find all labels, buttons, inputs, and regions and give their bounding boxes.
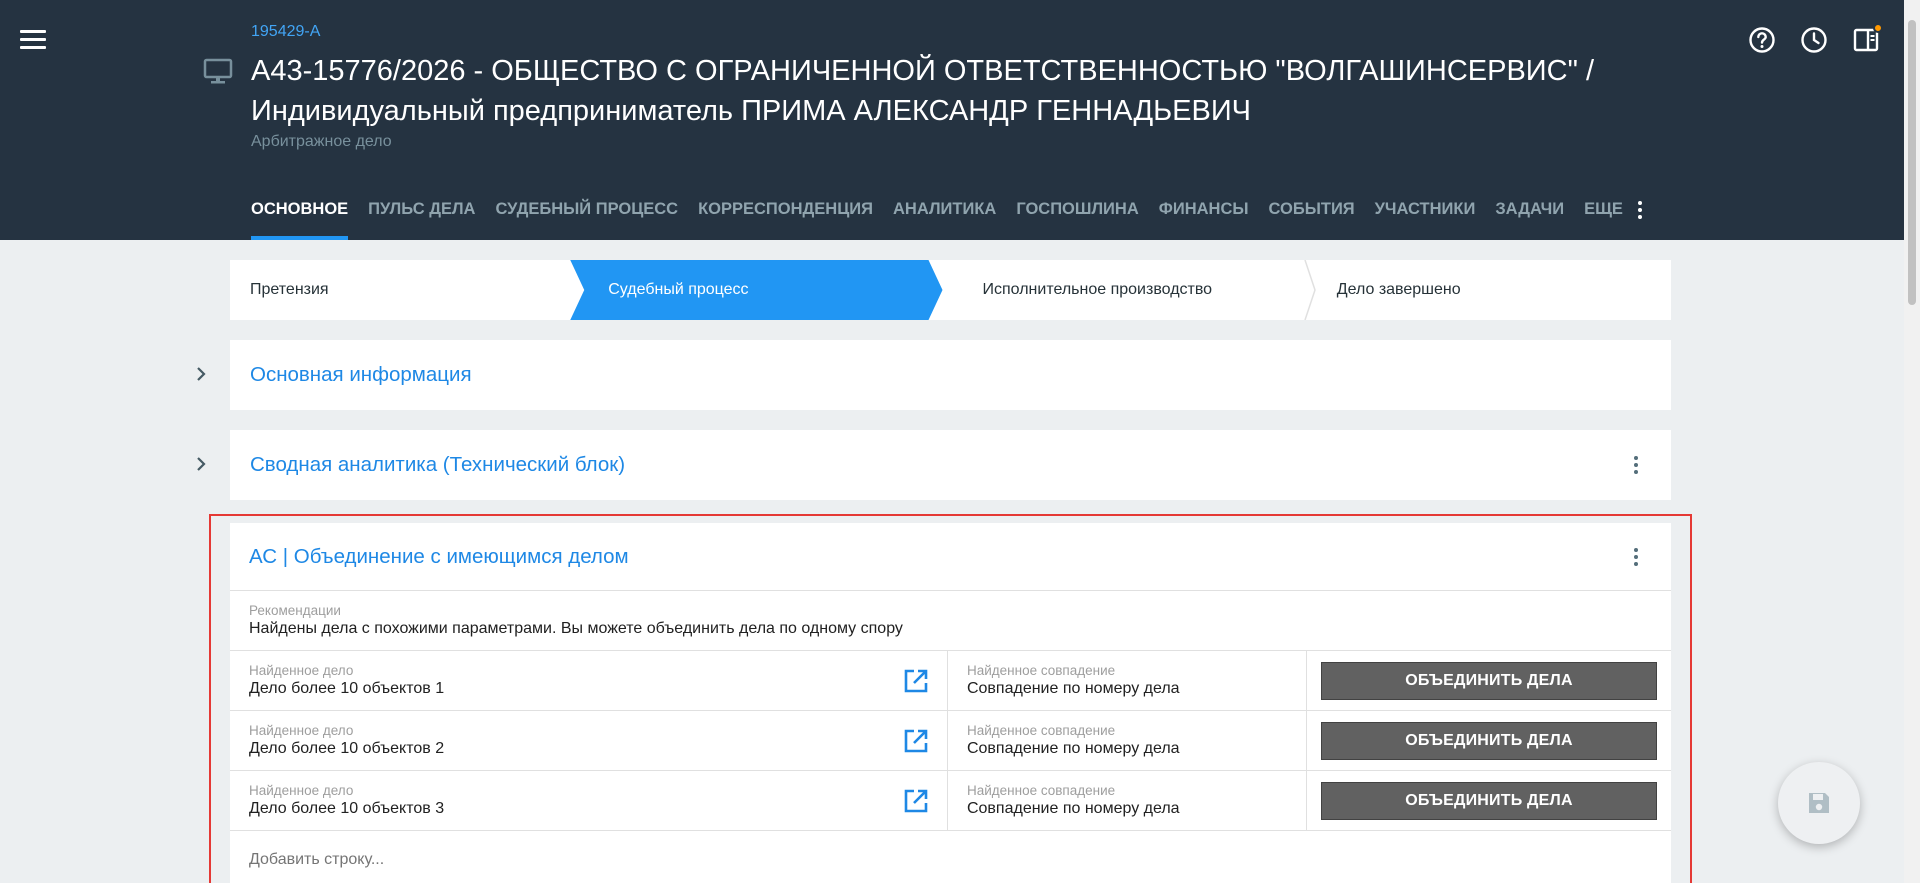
stage-enforcement[interactable]: Исполнительное производство [943,260,1317,320]
add-row-link[interactable]: Добавить строку... [230,831,1671,869]
merge-cases-button[interactable]: ОБЪЕДИНИТЬ ДЕЛА [1321,661,1657,700]
field-value: Дело более 10 объектов 3 [249,800,445,817]
field-value: Совпадение по номеру дела [966,680,1180,697]
stage-label: Исполнительное производство [982,281,1213,298]
field-label: Найденное совпадение [966,783,1116,798]
found-case-cell: Найденное дело Дело более 10 объектов 2 [230,711,948,770]
tabs-more-vert-icon[interactable] [1630,198,1650,222]
merge-cases-button[interactable]: ОБЪЕДИНИТЬ ДЕЛА [1321,781,1657,820]
field-value: Совпадение по номеру дела [966,740,1180,757]
found-case-cell: Найденное дело Дело более 10 объектов 3 [230,771,948,830]
recommendation: Рекомендации Найдены дела с похожими пар… [230,591,1671,651]
table-row: Найденное дело Дело более 10 объектов 3 … [230,771,1671,831]
monitor-icon [203,58,233,84]
merge-cases-button[interactable]: ОБЪЕДИНИТЬ ДЕЛА [1321,721,1657,760]
tab-tasks[interactable]: ЗАДАЧИ [1495,192,1564,240]
table-row: Найденное дело Дело более 10 объектов 1 … [230,651,1671,711]
tab-state-fee[interactable]: ГОСПОШЛИНА [1016,192,1138,240]
stage-completed[interactable]: Дело завершено [1317,260,1671,320]
more-vert-icon[interactable] [1626,545,1646,569]
stage-label: Судебный процесс [608,281,749,298]
field-label: Найденное дело [249,783,354,798]
open-in-new-icon[interactable] [902,667,930,695]
action-cell: ОБЪЕДИНИТЬ ДЕЛА [1307,771,1671,830]
field-value: Дело более 10 объектов 2 [249,740,445,757]
action-cell: ОБЪЕДИНИТЬ ДЕЛА [1307,651,1671,710]
more-vert-icon[interactable] [1626,453,1646,477]
history-icon[interactable] [1800,26,1828,54]
stage-claim[interactable]: Претензия [230,260,584,320]
stage-court-process[interactable]: Судебный процесс [570,260,942,320]
page-title: А43-15776/2026 - ОБЩЕСТВО С ОГРАНИЧЕННОЙ… [251,55,1595,127]
tab-case-pulse[interactable]: ПУЛЬС ДЕЛА [368,192,475,240]
card-title: АС | Объединение с имеющимся делом [249,544,629,568]
save-icon [1809,793,1829,813]
tab-analytics[interactable]: АНАЛИТИКА [893,192,996,240]
tab-main[interactable]: ОСНОВНОЕ [251,192,349,240]
field-value: Дело более 10 объектов 1 [249,680,445,697]
panel-summary-analytics[interactable]: Сводная аналитика (Технический блок) [230,430,1671,500]
tab-participants[interactable]: УЧАСТНИКИ [1375,192,1476,240]
match-cell: Найденное совпадение Совпадение по номер… [948,711,1307,770]
open-in-new-icon[interactable] [902,787,930,815]
action-cell: ОБЪЕДИНИТЬ ДЕЛА [1307,711,1671,770]
field-value: Найдены дела с похожими параметрами. Вы … [249,620,903,637]
chevron-right-icon[interactable] [193,366,209,382]
side-panel-button[interactable] [1852,23,1883,54]
page-scrollbar[interactable] [1904,0,1920,883]
found-case-cell: Найденное дело Дело более 10 объектов 1 [230,651,948,710]
scrollbar-thumb[interactable] [1908,20,1916,305]
notification-dot [1873,23,1883,33]
tab-more[interactable]: ЕЩЕ [1584,192,1623,240]
panel-title: Сводная аналитика (Технический блок) [250,453,626,476]
stage-label: Претензия [250,281,329,298]
case-id[interactable]: 195429-А [251,23,320,41]
field-label: Найденное дело [249,723,354,738]
field-label: Найденное совпадение [966,663,1116,678]
chevron-right-icon[interactable] [193,456,209,472]
table-row: Найденное дело Дело более 10 объектов 2 … [230,711,1671,771]
match-cell: Найденное совпадение Совпадение по номер… [948,651,1307,710]
header-actions [1748,23,1883,54]
field-label: Рекомендации [249,603,341,618]
field-label: Найденное совпадение [966,723,1116,738]
tab-court-process[interactable]: СУДЕБНЫЙ ПРОЦЕСС [495,192,678,240]
field-label: Найденное дело [249,663,354,678]
main-tabs: ОСНОВНОЕ ПУЛЬС ДЕЛА СУДЕБНЫЙ ПРОЦЕСС КОР… [251,192,1643,240]
panel-title: Основная информация [250,363,472,386]
help-icon[interactable] [1748,26,1776,54]
app-header: 195429-А А43-15776/2026 - ОБЩЕСТВО С ОГР… [0,0,1904,240]
stage-separator-icon [1304,260,1316,320]
save-button[interactable] [1778,762,1860,844]
tab-events[interactable]: СОБЫТИЯ [1269,192,1355,240]
field-value: Совпадение по номеру дела [966,800,1180,817]
panel-main-info[interactable]: Основная информация [230,340,1671,410]
menu-icon[interactable] [20,30,46,50]
tab-correspondence[interactable]: КОРРЕСПОНДЕНЦИЯ [698,192,873,240]
tab-finance[interactable]: ФИНАНСЫ [1159,192,1249,240]
merge-case-card: АС | Объединение с имеющимся делом Реком… [230,523,1671,883]
case-type: Арбитражное дело [251,133,392,150]
case-stage-stepper: Претензия Судебный процесс Исполнительно… [230,260,1671,320]
open-in-new-icon[interactable] [902,727,930,755]
stage-label: Дело завершено [1336,281,1461,298]
match-cell: Найденное совпадение Совпадение по номер… [948,771,1307,830]
card-header: АС | Объединение с имеющимся делом [230,523,1671,591]
